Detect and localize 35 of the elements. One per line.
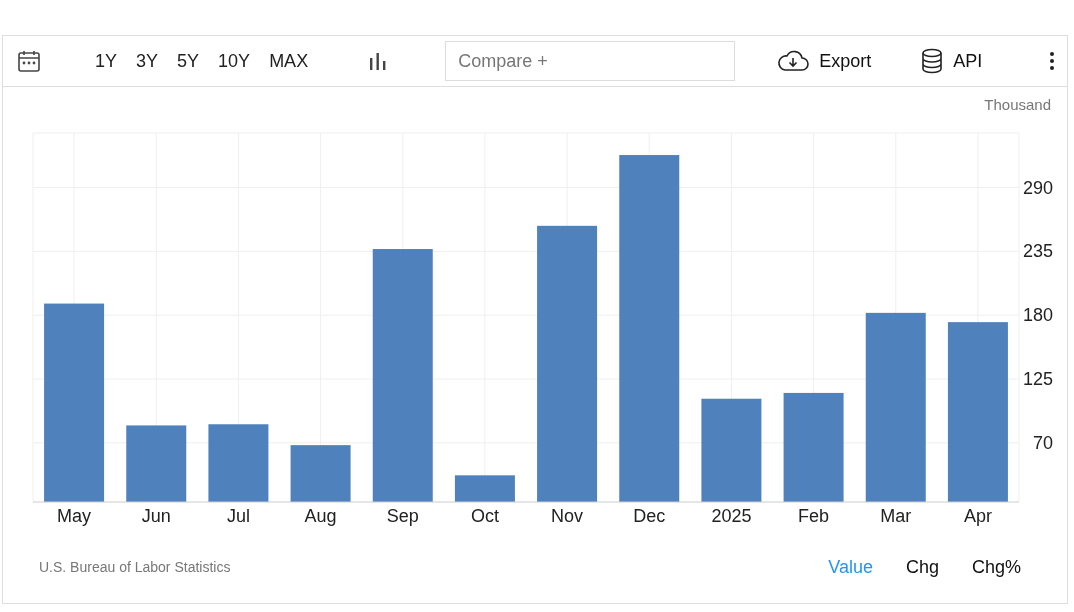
- calendar-icon[interactable]: [17, 49, 41, 73]
- period-button[interactable]: 5Y: [173, 50, 204, 72]
- x-tick-label: Aug: [304, 506, 337, 526]
- period-button[interactable]: MAX: [265, 50, 313, 72]
- unit-label: Thousand: [984, 95, 1051, 113]
- source-text: U.S. Bureau of Labor Statistics: [39, 559, 232, 575]
- view-tab[interactable]: Chg%: [971, 556, 1021, 578]
- cloud-download-icon: [777, 50, 810, 72]
- y-tick-label: 290: [1022, 177, 1053, 198]
- x-tick-label: Sep: [386, 506, 419, 526]
- y-tick-label: 70: [1032, 432, 1053, 453]
- x-tick-label: Jul: [226, 506, 250, 526]
- export-button[interactable]: Export: [777, 50, 872, 72]
- database-icon: [921, 48, 944, 74]
- x-tick-label: Mar: [880, 506, 912, 526]
- x-tick-label: Nov: [551, 506, 584, 526]
- x-tick-label: Apr: [963, 506, 992, 526]
- period-button[interactable]: 3Y: [132, 50, 163, 72]
- bar: [454, 475, 515, 502]
- x-tick-label: Dec: [633, 506, 666, 526]
- x-tick-label: Feb: [798, 506, 830, 526]
- y-tick-label: 235: [1022, 241, 1053, 262]
- view-tab[interactable]: Chg: [905, 556, 939, 578]
- compare-field[interactable]: Compare +: [445, 41, 736, 81]
- x-tick-label: 2025: [711, 506, 752, 526]
- bar: [290, 445, 351, 502]
- x-tick-label: Jun: [141, 506, 171, 526]
- y-tick-label: 125: [1022, 369, 1053, 389]
- api-button[interactable]: API: [921, 48, 983, 74]
- x-tick-label: Oct: [470, 506, 499, 526]
- more-options-icon[interactable]: [1049, 51, 1055, 71]
- x-tick-label: May: [57, 506, 92, 526]
- period-button[interactable]: 10Y: [214, 50, 255, 72]
- period-button[interactable]: 1Y: [91, 50, 122, 72]
- y-tick-label: 180: [1022, 305, 1053, 326]
